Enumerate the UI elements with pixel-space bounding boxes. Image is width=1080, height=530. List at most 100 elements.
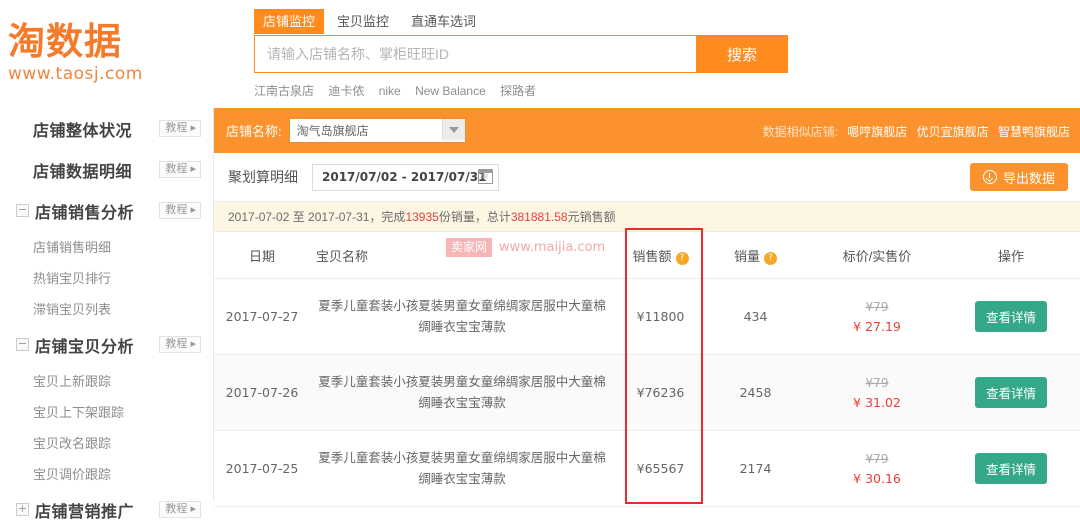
cell-product-name[interactable]: 夏季儿童套装小孩夏装男童女童绵绸家居服中大童棉绸睡衣宝宝薄款 <box>310 354 622 431</box>
col-header-date-label: 日期 <box>248 248 275 264</box>
table-row[interactable]: 2017-07-26 夏季儿童套装小孩夏装男童女童绵绸家居服中大童棉绸睡衣宝宝薄… <box>214 354 1080 431</box>
search-input[interactable] <box>254 35 696 73</box>
col-header-sales-qty-label: 销量 <box>733 248 760 264</box>
nav-group-data-detail: 店铺数据明细 教程 ▸ <box>0 149 213 190</box>
collapse-minus-icon[interactable]: − <box>16 338 29 351</box>
col-header-product[interactable]: 宝贝名称 <box>310 232 622 279</box>
list-price: ¥79 <box>865 451 889 466</box>
list-price: ¥79 <box>865 375 889 390</box>
nav-group-item-analysis: − 店铺宝贝分析 教程 ▸ 宝贝上新跟踪 宝贝上下架跟踪 宝贝改名跟踪 宝贝调价… <box>0 324 213 489</box>
cell-action: 查看详情 <box>942 430 1080 507</box>
help-icon[interactable]: ? <box>764 251 777 265</box>
sidebar-subitem-price-change-tracking[interactable]: 宝贝调价跟踪 <box>0 458 213 489</box>
col-header-price[interactable]: 标价/实售价 <box>812 232 942 279</box>
help-icon[interactable]: ? <box>675 251 689 265</box>
export-data-button[interactable]: 导出数据 <box>969 163 1068 191</box>
sidebar-item-shop-overview[interactable]: 店铺整体状况 教程 ▸ <box>0 108 213 149</box>
hot-search-links: 江南古泉店 迪卡侬 nike New Balance 探路者 <box>254 82 788 99</box>
sidebar-subitem-sales-detail[interactable]: 店铺销售明细 <box>0 231 213 262</box>
sidebar-item-label: 店铺数据明细 <box>33 163 133 181</box>
similar-shop-link-1[interactable]: 优贝宜旗舰店 <box>917 125 989 139</box>
cell-product-name[interactable]: 夏季儿童套装小孩夏装男童女童绵绸家居服中大童棉绸睡衣宝宝薄款 <box>310 430 622 507</box>
similar-shop-link-2[interactable]: 智慧鸭旗舰店 <box>998 125 1070 139</box>
table-row[interactable]: 2017-07-25 夏季儿童套装小孩夏装男童女童绵绸家居服中大童棉绸睡衣宝宝薄… <box>214 430 1080 507</box>
cell-sales-qty: 2458 <box>699 354 812 431</box>
col-header-action: 操作 <box>942 232 1080 279</box>
cell-sales-amount: ¥11800 <box>622 278 699 355</box>
col-header-date[interactable]: 日期 <box>214 232 310 279</box>
col-header-product-label: 宝贝名称 <box>316 248 369 264</box>
shop-select[interactable]: 淘气岛旗舰店 <box>288 118 466 143</box>
tab-shop-monitor[interactable]: 店铺监控 <box>254 9 325 34</box>
col-header-price-label: 标价/实售价 <box>842 248 912 264</box>
date-range-value: 2017/07/02 - 2017/07/31 <box>322 170 487 184</box>
tab-item-monitor[interactable]: 宝贝监控 <box>328 9 398 34</box>
hot-link-1[interactable]: 迪卡侬 <box>328 84 364 98</box>
nav-group-sales-analysis: − 店铺销售分析 教程 ▸ 店铺销售明细 热销宝贝排行 滞销宝贝列表 <box>0 190 213 324</box>
hot-link-0[interactable]: 江南古泉店 <box>254 84 314 98</box>
hot-link-3[interactable]: New Balance <box>415 84 486 98</box>
sidebar-item-shop-data-detail[interactable]: 店铺数据明细 教程 ▸ <box>0 149 213 190</box>
download-icon <box>982 170 997 184</box>
view-detail-button[interactable]: 查看详情 <box>974 377 1047 408</box>
col-header-sales-qty[interactable]: 销量? <box>699 232 812 279</box>
logo-text-cn: 淘数据 <box>8 20 122 63</box>
cell-sales-amount: ¥65567 <box>622 430 699 507</box>
view-detail-button[interactable]: 查看详情 <box>974 301 1047 332</box>
collapse-minus-icon[interactable]: − <box>16 204 29 217</box>
tutorial-badge[interactable]: 教程 ▸ <box>159 336 201 353</box>
sidebar-item-shop-sales-analysis[interactable]: − 店铺销售分析 教程 ▸ <box>0 190 213 231</box>
view-detail-button[interactable]: 查看详情 <box>974 453 1047 484</box>
sale-price: ¥ 31.02 <box>853 394 901 410</box>
chevron-down-icon[interactable] <box>441 119 465 140</box>
col-header-sales-amount-label: 销售额 <box>632 248 672 264</box>
tutorial-badge[interactable]: 教程 ▸ <box>159 161 201 178</box>
search-row: 搜索 <box>254 35 788 73</box>
summary-order-count: 13935 <box>405 209 439 224</box>
hot-link-2[interactable]: nike <box>379 84 401 98</box>
page-root: 淘数据 www.taosj.com 店铺监控 宝贝监控 直通车选词 搜索 江南古… <box>0 0 1080 521</box>
sidebar-item-label: 店铺销售分析 <box>35 204 135 222</box>
summary-total-amount: 381881.58 <box>510 209 568 224</box>
sidebar-item-shop-item-analysis[interactable]: − 店铺宝贝分析 教程 ▸ <box>0 324 213 365</box>
shop-select-value: 淘气岛旗舰店 <box>296 124 369 138</box>
sidebar-subitem-rename-tracking[interactable]: 宝贝改名跟踪 <box>0 427 213 458</box>
tutorial-badge[interactable]: 教程 ▸ <box>159 120 201 137</box>
nav-group-overview: 店铺整体状况 教程 ▸ <box>0 108 213 149</box>
search-button[interactable]: 搜索 <box>696 35 788 73</box>
sidebar-item-shop-marketing[interactable]: + 店铺营销推广 教程 ▸ <box>0 489 213 530</box>
tutorial-badge[interactable]: 教程 ▸ <box>159 202 201 219</box>
table-row[interactable]: 2017-07-27 夏季儿童套装小孩夏装男童女童绵绸家居服中大童棉绸睡衣宝宝薄… <box>214 278 1080 355</box>
sale-price: ¥ 27.19 <box>853 318 901 334</box>
sidebar-subitem-listing-tracking[interactable]: 宝贝上下架跟踪 <box>0 396 213 427</box>
hot-link-4[interactable]: 探路者 <box>500 84 536 98</box>
sidebar-subitem-slow-item-list[interactable]: 滞销宝贝列表 <box>0 293 213 324</box>
cell-price: ¥79 ¥ 27.19 <box>812 278 942 355</box>
calendar-icon[interactable] <box>478 168 493 184</box>
toggle-placeholder-icon <box>16 164 27 175</box>
summary-prefix: 2017-07-02 至 2017-07-31，完成 <box>228 210 406 224</box>
summary-middle: 份销量，总计 <box>438 210 511 224</box>
cell-price: ¥79 ¥ 31.02 <box>812 354 942 431</box>
col-header-sales-amount[interactable]: 销售额? <box>622 232 699 279</box>
sidebar-subitem-new-item-tracking[interactable]: 宝贝上新跟踪 <box>0 365 213 396</box>
site-logo[interactable]: 淘数据 www.taosj.com <box>8 20 208 85</box>
search-tabs: 店铺监控 宝贝监控 直通车选词 <box>254 8 788 34</box>
cell-date: 2017-07-25 <box>214 430 310 507</box>
sidebar-subitem-hot-item-rank[interactable]: 热销宝贝排行 <box>0 262 213 293</box>
sidebar-nav: 店铺整体状况 教程 ▸ 店铺数据明细 教程 ▸ − 店铺销售分析 教程 ▸ 店铺… <box>0 108 214 521</box>
table-header-row: 日期 宝贝名称 销售额? 销量? 标价/实售价 操作 <box>214 232 1080 279</box>
search-area: 店铺监控 宝贝监控 直通车选词 搜索 江南古泉店 迪卡侬 nike New Ba… <box>254 8 788 99</box>
similar-shop-link-0[interactable]: 嗯哼旗舰店 <box>847 125 907 139</box>
tutorial-badge[interactable]: 教程 ▸ <box>159 501 201 518</box>
tab-keyword-picker[interactable]: 直通车选词 <box>402 9 485 34</box>
cell-date: 2017-07-26 <box>214 354 310 431</box>
cell-product-name[interactable]: 夏季儿童套装小孩夏装男童女童绵绸家居服中大童棉绸睡衣宝宝薄款 <box>310 278 622 355</box>
date-range-input[interactable]: 2017/07/02 - 2017/07/31 <box>312 163 499 191</box>
export-data-label: 导出数据 <box>1002 170 1055 186</box>
expand-plus-icon[interactable]: + <box>16 503 29 516</box>
sale-price: ¥ 30.16 <box>853 470 901 486</box>
summary-strip: 2017-07-02 至 2017-07-31，完成 13935 份销量，总计 … <box>214 202 1080 232</box>
data-table: 日期 宝贝名称 销售额? 销量? 标价/实售价 操作 2017-07-27 夏季… <box>214 232 1080 507</box>
shop-selector-bar: 店铺名称: 淘气岛旗舰店 数据相似店铺: 嗯哼旗舰店 优贝宜旗舰店 智慧鸭旗舰店 <box>214 108 1080 153</box>
